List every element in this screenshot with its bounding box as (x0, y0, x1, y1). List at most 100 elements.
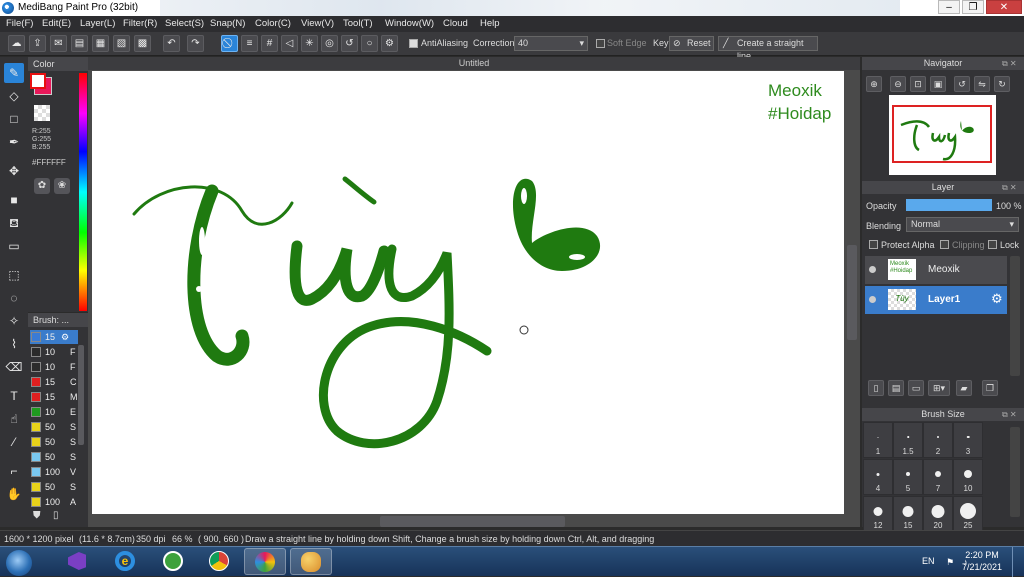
duplicate-layer-icon[interactable]: ❐ (982, 380, 998, 396)
share-icon[interactable]: ⇪ (29, 35, 46, 52)
select-eraser-tool-icon[interactable]: ⌫ (4, 357, 24, 377)
palette-icon[interactable]: ✿ (34, 178, 50, 194)
operation-tool-icon[interactable]: ☝ (4, 409, 24, 429)
brush-item[interactable]: 100 A (30, 495, 78, 509)
brush-item[interactable]: 50 S (30, 480, 78, 494)
soft-edge-checkbox[interactable] (596, 39, 605, 48)
straight-line-button[interactable]: ╱ Create a straight line (718, 36, 818, 61)
brush-item[interactable]: 15 M (30, 390, 78, 404)
blending-select[interactable]: Normal ▾ (906, 217, 1019, 232)
protect-alpha-checkbox[interactable] (869, 240, 878, 249)
panel-popout-icon[interactable]: ⧉ ✕ (1002, 59, 1017, 69)
menu-help[interactable]: Help (480, 18, 500, 29)
brush-settings-gear-icon[interactable]: ⚙ (61, 330, 69, 344)
menu-edit[interactable]: Edit(E) (42, 18, 71, 29)
panel-popout-icon[interactable]: ⧉ ✕ (1002, 183, 1017, 193)
opacity-slider[interactable] (906, 199, 992, 211)
layer-scrollbar[interactable] (1010, 256, 1020, 376)
menu-filter[interactable]: Filter(R) (123, 18, 157, 29)
page-icon[interactable]: ▦ (92, 35, 109, 52)
brush-item[interactable]: 50 S (30, 420, 78, 434)
maximize-button[interactable]: ❐ (962, 0, 984, 14)
zoom-out-icon[interactable]: ⊖ (890, 76, 906, 92)
layer-row-layer1[interactable]: Tùy Layer1 ⚙ (865, 286, 1007, 314)
brush-size-cell[interactable]: 10 (953, 459, 983, 495)
cross-snap-icon[interactable]: # (261, 35, 278, 52)
language-indicator[interactable]: EN (922, 556, 935, 566)
navigator-preview[interactable] (889, 95, 996, 175)
menu-layer[interactable]: Layer(L) (80, 18, 115, 29)
taskbar-chrome-icon[interactable] (198, 548, 240, 575)
palette-add-icon[interactable]: ❀ (54, 178, 70, 194)
comment-icon[interactable]: ✉ (50, 35, 67, 52)
taskbar-paint-icon[interactable] (290, 548, 332, 575)
rotate-left-icon[interactable]: ↺ (954, 76, 970, 92)
brush-scrollbar[interactable] (78, 345, 84, 445)
layer-menu-icon[interactable]: ⊞▾ (928, 380, 950, 396)
brush-item[interactable]: 15 ⚙ (30, 330, 78, 344)
menu-window[interactable]: Window(W) (385, 18, 434, 29)
cloud-icon[interactable]: ☁ (8, 35, 25, 52)
tray-flag-icon[interactable]: ⚑ (946, 557, 954, 568)
taskbar-visual-studio-icon[interactable] (56, 548, 98, 575)
foreground-color-swatch[interactable] (30, 73, 46, 89)
layer-settings-gear-icon[interactable]: ⚙ (991, 291, 1003, 307)
hue-slider[interactable] (79, 73, 87, 311)
vanishing-snap-icon[interactable]: ◁ (281, 35, 298, 52)
rotate-right-icon[interactable]: ↻ (994, 76, 1010, 92)
lock-checkbox[interactable] (988, 240, 997, 249)
eraser-tool-icon[interactable]: ◇ (4, 86, 24, 106)
select-tool-icon[interactable]: ⬚ (4, 265, 24, 285)
clock[interactable]: 2:20 PM 7/21/2021 (962, 549, 1002, 573)
brush-item[interactable]: 15 C (30, 375, 78, 389)
vertical-scrollbar[interactable] (847, 245, 857, 340)
brush-size-cell[interactable]: 15 (893, 496, 923, 532)
brush-item[interactable]: 10 F (30, 345, 78, 359)
eyedropper-tool-icon[interactable]: ⌐ (4, 461, 24, 481)
bucket-tool-icon[interactable]: ⛾ (4, 213, 24, 233)
drawing-canvas[interactable]: Meoxik #Hoidap (92, 71, 844, 514)
brush-size-cell[interactable]: 7 (923, 459, 953, 495)
brush-size-cell[interactable]: 4 (863, 459, 893, 495)
lasso-tool-icon[interactable]: ◌ (4, 288, 24, 308)
zoom-in-icon[interactable]: ⊕ (866, 76, 882, 92)
show-desktop-button[interactable] (1012, 547, 1024, 577)
brush-item[interactable]: 100 V (30, 465, 78, 479)
menu-cloud[interactable]: Cloud (443, 18, 468, 29)
brush-size-cell[interactable]: 1.5 (893, 422, 923, 458)
snap-off-icon[interactable]: ⃠ (221, 35, 238, 52)
menu-tool[interactable]: Tool(T) (343, 18, 373, 29)
grid-icon[interactable]: ▩ (134, 35, 151, 52)
undo-icon[interactable]: ↶ (163, 35, 180, 52)
new-halftone-layer-icon[interactable]: ▤ (888, 380, 904, 396)
brush-size-cell[interactable]: 5 (893, 459, 923, 495)
antialiasing-checkbox[interactable] (409, 39, 418, 48)
hand-tool-icon[interactable]: ✋ (4, 484, 24, 504)
select-pen-tool-icon[interactable]: ⌇ (4, 334, 24, 354)
menu-file[interactable]: File(F) (6, 18, 33, 29)
pen-tool-icon[interactable]: ✒ (4, 132, 24, 152)
brush-size-cell[interactable]: 1 (863, 422, 893, 458)
taskbar-ie-icon[interactable]: e (104, 548, 146, 575)
minimize-button[interactable]: – (938, 0, 960, 14)
menu-color[interactable]: Color(C) (255, 18, 291, 29)
brush-size-cell[interactable]: 3 (953, 422, 983, 458)
fit-icon[interactable]: ⊡ (910, 76, 926, 92)
horizontal-scrollbar[interactable] (380, 516, 565, 527)
menu-snap[interactable]: Snap(N) (210, 18, 245, 29)
parallel-snap-icon[interactable]: ≡ (241, 35, 258, 52)
add-brush-icon[interactable]: ⛊ (33, 510, 49, 524)
brush-size-cell[interactable]: 12 (863, 496, 893, 532)
actual-size-icon[interactable]: ▣ (930, 76, 946, 92)
circle-snap-icon[interactable]: ◎ (321, 35, 338, 52)
brush-item[interactable]: 10 F (30, 360, 78, 374)
fill-rect-tool-icon[interactable]: ■ (4, 190, 24, 210)
menu-view[interactable]: View(V) (301, 18, 334, 29)
taskbar-coccoc-icon[interactable] (152, 548, 194, 575)
layer-row-meoxik[interactable]: Meoxik #Hoidap Meoxik (865, 256, 1007, 284)
close-button[interactable]: ✕ (986, 0, 1022, 14)
gradient-tool-icon[interactable]: ▭ (4, 236, 24, 256)
visibility-eye-icon[interactable] (869, 266, 876, 273)
brush-item[interactable]: 50 S (30, 450, 78, 464)
start-button[interactable] (6, 550, 32, 576)
